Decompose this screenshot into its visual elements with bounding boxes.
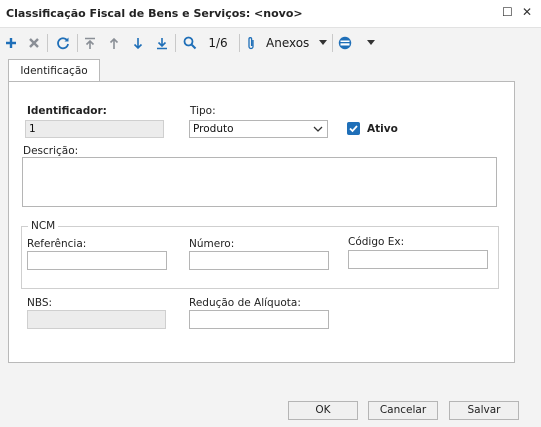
card-menu-button[interactable] (337, 28, 379, 58)
previous-record-button[interactable] (106, 28, 122, 58)
anexos-button[interactable]: Anexos (246, 28, 332, 58)
record-position: 1/6 (208, 36, 228, 50)
tab-identificacao[interactable]: Identificação (8, 59, 100, 82)
referencia-field[interactable] (27, 251, 167, 270)
window-title: Classificação Fiscal de Bens e Serviços:… (6, 7, 303, 20)
refresh-icon (57, 37, 69, 50)
ativo-label: Ativo (367, 123, 398, 135)
next-record-button[interactable] (130, 28, 146, 58)
reducao-aliquota-field[interactable] (189, 310, 329, 329)
toolbar-separator (175, 34, 176, 52)
codigo-ex-field[interactable] (348, 250, 488, 269)
first-icon (85, 37, 95, 49)
next-icon (133, 37, 143, 49)
toolbar-separator (77, 34, 78, 52)
toolbar-separator (47, 34, 48, 52)
ativo-checkbox[interactable] (347, 122, 360, 135)
delete-button[interactable] (26, 28, 42, 58)
search-icon (183, 36, 197, 50)
save-button[interactable]: Salvar (449, 401, 519, 420)
checkmark-icon (349, 125, 358, 133)
nbs-label: NBS: (27, 297, 53, 309)
first-record-button[interactable] (82, 28, 98, 58)
identificador-field[interactable]: 1 (25, 120, 164, 138)
descricao-label: Descrição: (23, 145, 79, 157)
last-record-button[interactable] (154, 28, 170, 58)
identificador-label: Identificador: (27, 105, 107, 117)
numero-label: Número: (189, 238, 235, 250)
add-button[interactable] (3, 28, 19, 58)
codigo-ex-label: Código Ex: (348, 236, 405, 248)
chevron-down-icon (319, 40, 328, 45)
refresh-button[interactable] (54, 28, 72, 58)
previous-icon (109, 37, 119, 49)
toolbar-separator (239, 34, 240, 52)
tipo-label: Tipo: (190, 105, 216, 117)
nbs-field[interactable] (27, 310, 166, 329)
chevron-down-icon (367, 40, 375, 45)
card-icon (338, 36, 352, 50)
title-bar: Classificação Fiscal de Bens e Serviços:… (0, 0, 541, 28)
toolbar-separator (332, 34, 333, 52)
close-button[interactable]: ✕ (522, 5, 532, 19)
numero-field[interactable] (189, 251, 329, 270)
tipo-select[interactable]: Produto (189, 120, 328, 138)
chevron-down-icon (313, 126, 323, 132)
ok-button[interactable]: OK (288, 401, 358, 420)
cancel-button[interactable]: Cancelar (368, 401, 438, 420)
paperclip-icon (248, 36, 254, 49)
toolbar: 1/6 Anexos (0, 28, 541, 58)
last-icon (157, 37, 167, 49)
tipo-value: Produto (193, 123, 234, 135)
referencia-label: Referência: (27, 238, 87, 250)
descricao-textarea[interactable] (22, 157, 497, 207)
search-button[interactable] (181, 28, 199, 58)
ncm-group-label: NCM (28, 220, 59, 232)
delete-icon (29, 38, 39, 48)
plus-icon (6, 38, 16, 48)
anexos-label: Anexos (266, 36, 310, 50)
reducao-aliquota-label: Redução de Alíquota: (189, 297, 301, 309)
maximize-button[interactable]: ☐ (502, 5, 513, 19)
